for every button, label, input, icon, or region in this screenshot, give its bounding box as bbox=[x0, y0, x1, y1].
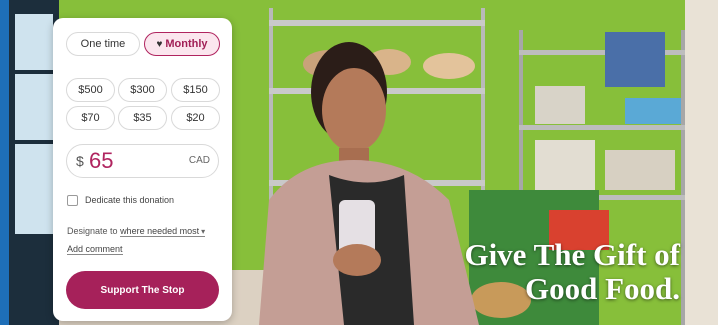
amount-value: 65 bbox=[89, 148, 114, 173]
amount-option[interactable]: $70 bbox=[66, 106, 115, 130]
monthly-label: Monthly bbox=[165, 38, 208, 50]
donation-page: Give The Gift of Good Food. One time ♥ M… bbox=[0, 0, 718, 325]
amount-option[interactable]: $500 bbox=[66, 78, 115, 102]
frequency-toggle: One time ♥ Monthly bbox=[66, 32, 220, 56]
designate-value: where needed most bbox=[120, 226, 200, 236]
one-time-button[interactable]: One time bbox=[66, 32, 140, 56]
donation-card: One time ♥ Monthly $500 $300 $150 $70 $3… bbox=[53, 18, 232, 321]
amount-option[interactable]: $35 bbox=[118, 106, 167, 130]
hero-headline: Give The Gift of Good Food. bbox=[464, 238, 680, 306]
support-button-label: Support The Stop bbox=[100, 284, 185, 296]
amount-option[interactable]: $20 bbox=[171, 106, 220, 130]
support-button[interactable]: Support The Stop bbox=[66, 271, 219, 309]
amount-option[interactable]: $300 bbox=[118, 78, 167, 102]
side-strip bbox=[0, 0, 9, 325]
preset-amounts: $500 $300 $150 $70 $35 $20 bbox=[66, 78, 220, 132]
amount-option[interactable]: $150 bbox=[171, 78, 220, 102]
add-comment-link[interactable]: Add comment bbox=[67, 244, 123, 255]
currency-symbol: $ bbox=[76, 153, 84, 169]
one-time-label: One time bbox=[80, 38, 126, 50]
custom-amount-input[interactable]: $ 65 CAD bbox=[66, 144, 219, 178]
designate-row: Designate to where needed most ▾ bbox=[67, 226, 206, 237]
checkbox-icon[interactable] bbox=[67, 195, 78, 206]
monthly-button[interactable]: ♥ Monthly bbox=[144, 32, 220, 56]
designate-prefix: Designate to bbox=[67, 226, 118, 236]
headline-line-2: Good Food. bbox=[524, 271, 680, 306]
dedicate-label: Dedicate this donation bbox=[85, 195, 175, 205]
currency-code: CAD bbox=[188, 155, 210, 166]
headline-line-1: Give The Gift of bbox=[464, 237, 680, 272]
designate-select[interactable]: where needed most ▾ bbox=[120, 226, 206, 237]
heart-icon: ♥ bbox=[156, 38, 163, 50]
chevron-down-icon: ▾ bbox=[201, 227, 206, 236]
